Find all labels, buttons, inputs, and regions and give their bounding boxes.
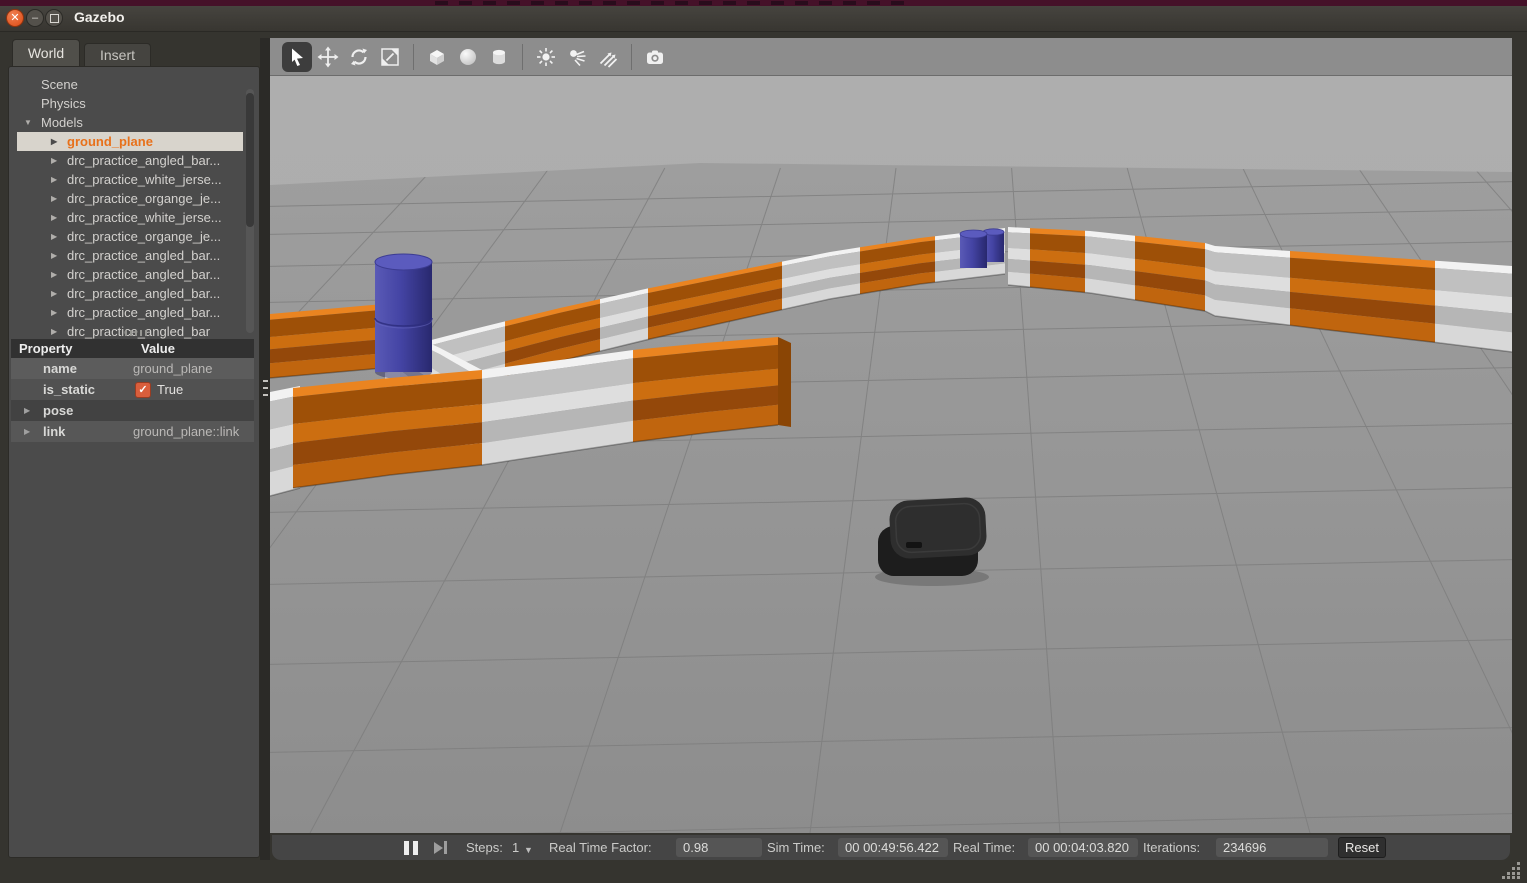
expand-icon[interactable]: ▶ bbox=[51, 246, 57, 265]
iterations-label: Iterations: bbox=[1143, 840, 1200, 855]
expand-icon[interactable]: ▶ bbox=[51, 303, 57, 322]
tree-item[interactable]: ▶drc_practice_white_jerse... bbox=[9, 208, 259, 227]
value-column-header: Value bbox=[141, 339, 254, 358]
steps-dropdown-icon[interactable]: ▼ bbox=[524, 845, 533, 855]
scale-tool-button[interactable] bbox=[375, 42, 405, 72]
tree-item-models[interactable]: ▼Models bbox=[9, 113, 259, 132]
3d-viewport[interactable] bbox=[270, 76, 1512, 833]
tab-world[interactable]: World bbox=[12, 39, 80, 67]
expand-icon[interactable]: ▶ bbox=[51, 208, 57, 227]
toolbar-separator bbox=[631, 44, 632, 70]
reset-button[interactable]: Reset bbox=[1338, 837, 1386, 858]
tab-insert[interactable]: Insert bbox=[84, 43, 151, 67]
expand-icon[interactable]: ▶ bbox=[51, 189, 57, 208]
steps-label: Steps: bbox=[466, 840, 503, 855]
box-icon bbox=[426, 46, 448, 68]
view-toolbar bbox=[270, 38, 1512, 76]
rtf-field: 0.98 bbox=[676, 838, 762, 857]
gazebo-window: { "window": { "title": "Gazebo", "contro… bbox=[0, 0, 1527, 883]
tree-item[interactable]: ▶drc_practice_angled_bar... bbox=[9, 284, 259, 303]
tree-item[interactable]: ▶drc_practice_angled_bar... bbox=[9, 151, 259, 170]
expand-icon[interactable]: ▶ bbox=[51, 227, 57, 246]
expand-icon[interactable]: ▶ bbox=[24, 400, 30, 421]
scale-icon bbox=[379, 46, 401, 68]
close-button[interactable]: ✕ bbox=[6, 9, 24, 27]
rotate-tool-button[interactable] bbox=[344, 42, 374, 72]
sim-time-field: 00 00:49:56.422 bbox=[838, 838, 948, 857]
rotate-icon bbox=[348, 46, 370, 68]
collapse-icon[interactable]: ▼ bbox=[24, 113, 32, 132]
iterations-field: 234696 bbox=[1216, 838, 1328, 857]
rtf-label: Real Time Factor: bbox=[549, 840, 652, 855]
titlebar[interactable]: ✕ – Gazebo bbox=[0, 6, 1527, 32]
point-light-icon bbox=[535, 46, 557, 68]
resize-grip-icon[interactable] bbox=[1502, 861, 1522, 879]
tree-item[interactable]: ▶drc_practice_angled_bar... bbox=[9, 303, 259, 322]
jersey-barrier-left[interactable] bbox=[270, 304, 391, 378]
simulation-statusbar: Steps: 1 ▼ Real Time Factor: 0.98 Sim Ti… bbox=[272, 835, 1510, 860]
real-time-field: 00 00:04:03.820 bbox=[1028, 838, 1138, 857]
select-arrow-icon bbox=[286, 46, 308, 68]
vertical-splitter-grip[interactable] bbox=[263, 380, 268, 399]
toolbar-separator bbox=[522, 44, 523, 70]
checkbox-checked-icon[interactable]: ✓ bbox=[135, 382, 151, 398]
simulation-scene bbox=[270, 76, 1512, 833]
spot-light-button[interactable] bbox=[562, 42, 592, 72]
expand-icon[interactable]: ▶ bbox=[51, 322, 57, 339]
directional-light-icon bbox=[597, 46, 619, 68]
maximize-button[interactable] bbox=[45, 9, 63, 27]
blue-cylinder-stack[interactable] bbox=[375, 254, 432, 379]
cylinder-icon bbox=[488, 46, 510, 68]
tree-item-physics[interactable]: Physics bbox=[9, 94, 259, 113]
screenshot-button[interactable] bbox=[640, 42, 670, 72]
model-tree: Scene Physics ▼Models ▶ground_plane ▶drc… bbox=[9, 75, 259, 339]
expand-icon[interactable]: ▶ bbox=[51, 284, 57, 303]
pause-button[interactable] bbox=[404, 841, 418, 855]
property-table: Property Value name ground_plane is_stat… bbox=[11, 339, 254, 442]
window-title: Gazebo bbox=[74, 9, 125, 25]
expand-icon[interactable]: ▶ bbox=[51, 151, 57, 170]
expand-icon[interactable]: ▶ bbox=[51, 265, 57, 284]
tree-item[interactable]: ▶drc_practice_white_jerse... bbox=[9, 170, 259, 189]
insert-box-button[interactable] bbox=[422, 42, 452, 72]
camera-icon bbox=[644, 46, 666, 68]
tree-item[interactable]: ▶drc_practice_angled_bar... bbox=[9, 246, 259, 265]
directional-light-button[interactable] bbox=[593, 42, 623, 72]
panel-splitter-grip[interactable] bbox=[125, 330, 147, 336]
property-table-header: Property Value bbox=[11, 339, 254, 358]
vertical-splitter[interactable] bbox=[260, 38, 270, 860]
step-button[interactable] bbox=[434, 841, 450, 855]
tree-scrollbar-thumb[interactable] bbox=[246, 93, 254, 227]
translate-icon bbox=[317, 46, 339, 68]
spot-light-icon bbox=[566, 46, 588, 68]
world-panel: Scene Physics ▼Models ▶ground_plane ▶drc… bbox=[8, 66, 260, 858]
translate-tool-button[interactable] bbox=[313, 42, 343, 72]
property-row-link[interactable]: ▶ link ground_plane::link bbox=[11, 421, 254, 442]
expand-icon[interactable]: ▶ bbox=[51, 170, 57, 189]
steps-value[interactable]: 1 bbox=[512, 840, 519, 855]
insert-sphere-button[interactable] bbox=[453, 42, 483, 72]
real-time-label: Real Time: bbox=[953, 840, 1015, 855]
expand-icon[interactable]: ▶ bbox=[51, 132, 57, 151]
expand-icon[interactable]: ▶ bbox=[24, 421, 30, 442]
sim-time-label: Sim Time: bbox=[767, 840, 825, 855]
tree-item-ground-plane[interactable]: ▶ground_plane bbox=[17, 132, 243, 151]
tree-item-scene[interactable]: Scene bbox=[9, 75, 259, 94]
point-light-button[interactable] bbox=[531, 42, 561, 72]
minimize-button[interactable]: – bbox=[26, 9, 44, 27]
property-row-is-static[interactable]: is_static ✓True bbox=[11, 379, 254, 400]
property-row-name[interactable]: name ground_plane bbox=[11, 358, 254, 379]
select-tool-button[interactable] bbox=[282, 42, 312, 72]
property-column-header: Property bbox=[11, 339, 141, 358]
background-window-title-remnant bbox=[435, 1, 905, 5]
sphere-icon bbox=[457, 46, 479, 68]
toolbar-separator bbox=[413, 44, 414, 70]
insert-cylinder-button[interactable] bbox=[484, 42, 514, 72]
tree-item[interactable]: ▶drc_practice_organge_je... bbox=[9, 227, 259, 246]
tree-item[interactable]: ▶drc_practice_angled_bar... bbox=[9, 265, 259, 284]
tree-item[interactable]: ▶drc_practice_organge_je... bbox=[9, 189, 259, 208]
property-row-pose[interactable]: ▶ pose bbox=[11, 400, 254, 421]
